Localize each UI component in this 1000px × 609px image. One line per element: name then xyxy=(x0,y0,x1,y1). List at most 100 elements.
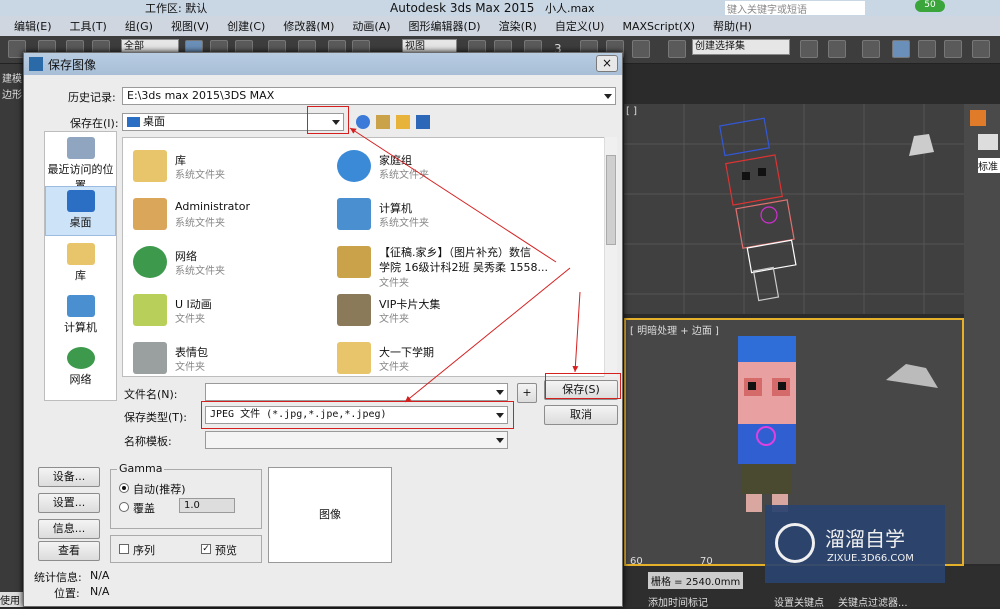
image-preview: 图像 xyxy=(268,467,392,563)
file-type: 系统文件夹 xyxy=(175,266,225,277)
viewport-top[interactable]: [ ] xyxy=(624,104,964,314)
edit-named-sets-icon[interactable] xyxy=(668,40,686,58)
grid-readout: 栅格 = 2540.0mm xyxy=(648,572,744,589)
file-name-line2: 学院 16级计科2班 吴秀柔 1558... xyxy=(379,261,548,274)
ribbon-use: 使用 xyxy=(0,592,24,607)
graphite-toggle-icon[interactable] xyxy=(892,40,910,58)
back-icon[interactable] xyxy=(356,115,370,129)
template-label: 名称模板: xyxy=(124,435,172,448)
settings-button[interactable]: 设置... xyxy=(38,493,100,513)
homegroup-icon xyxy=(337,150,371,182)
align-icon[interactable] xyxy=(828,40,846,58)
filename-input[interactable] xyxy=(205,383,508,401)
chevron-down-icon xyxy=(604,94,612,99)
gamma-group: Gamma 自动(推荐) 覆盖 1.0 xyxy=(110,462,262,529)
up-folder-icon[interactable] xyxy=(376,115,390,129)
object-type-dropdown[interactable]: 标准 xyxy=(978,158,1000,173)
desktop-icon xyxy=(66,190,95,212)
ribbon-tab-poly[interactable]: 边形 xyxy=(2,86,22,101)
options-group: 序列 ✓ 预览 xyxy=(110,535,262,563)
view-button[interactable]: 查看 xyxy=(38,541,100,561)
location-value: N/A xyxy=(90,585,110,598)
schematic-view-icon[interactable] xyxy=(944,40,962,58)
add-plus-button[interactable]: + xyxy=(517,383,537,403)
list-item[interactable]: 表情包 文件夹 xyxy=(127,338,327,376)
title-bar: 工作区: 默认 Autodesk 3ds Max 2015 小人.max 键入关… xyxy=(0,0,1000,16)
menu-help[interactable]: 帮助(H) xyxy=(713,18,752,34)
file-name: Administrator xyxy=(175,200,250,213)
preview-checkbox[interactable]: ✓ xyxy=(201,544,211,554)
place-label: 计算机 xyxy=(64,321,97,334)
material-editor-icon[interactable] xyxy=(972,40,990,58)
list-item[interactable]: 网络 系统文件夹 xyxy=(127,242,327,288)
geometry-icon[interactable] xyxy=(978,134,998,150)
menu-modifiers[interactable]: 修改器(M) xyxy=(283,18,334,34)
menu-customize[interactable]: 自定义(U) xyxy=(555,18,605,34)
menu-animation[interactable]: 动画(A) xyxy=(352,18,390,34)
list-item[interactable]: 计算机 系统文件夹 xyxy=(331,194,531,240)
menu-create[interactable]: 创建(C) xyxy=(227,18,265,34)
list-item[interactable]: 大一下学期 文件夹 xyxy=(331,338,531,376)
layer-manager-icon[interactable] xyxy=(862,40,880,58)
create-tab-icon[interactable] xyxy=(970,110,986,126)
list-item[interactable]: 【征稿.家乡】（图片补充）数信 学院 16级计科2班 吴秀柔 1558... 文… xyxy=(331,242,601,289)
preview-label: 预览 xyxy=(215,544,237,557)
named-selection-sets[interactable]: 创建选择集 xyxy=(692,39,790,55)
gamma-auto-label: 自动(推荐) xyxy=(133,483,186,496)
file-type: 文件夹 xyxy=(379,314,409,325)
menu-maxscript[interactable]: MAXScript(X) xyxy=(622,20,695,33)
menu-group[interactable]: 组(G) xyxy=(125,18,153,34)
template-dropdown[interactable] xyxy=(205,431,508,449)
command-panel: 标准 xyxy=(964,104,1000,564)
list-item[interactable]: VIP卡片大集 文件夹 xyxy=(331,290,531,336)
place-network[interactable]: 网络 xyxy=(45,344,116,394)
curve-editor-icon[interactable] xyxy=(918,40,936,58)
sequence-checkbox[interactable] xyxy=(119,544,129,554)
view-menu-icon[interactable] xyxy=(416,115,430,129)
folder-icon xyxy=(337,342,371,374)
spinner-snap-icon[interactable] xyxy=(632,40,650,58)
place-desktop[interactable]: 桌面 xyxy=(45,186,116,236)
file-list-scrollbar[interactable] xyxy=(604,137,617,377)
location-label: 位置: xyxy=(54,587,80,600)
dialog-close-button[interactable]: × xyxy=(596,55,618,72)
scroll-thumb[interactable] xyxy=(606,155,616,245)
file-type: 系统文件夹 xyxy=(379,170,429,181)
menu-views[interactable]: 视图(V) xyxy=(171,18,209,34)
setup-button[interactable]: 设备... xyxy=(38,467,100,487)
file-type: 文件夹 xyxy=(379,278,409,289)
list-item[interactable]: Administrator 系统文件夹 xyxy=(127,194,327,240)
network-icon xyxy=(133,246,167,278)
file-type: 系统文件夹 xyxy=(175,170,225,181)
recent-places-icon xyxy=(66,137,95,159)
menu-tools[interactable]: 工具(T) xyxy=(70,18,107,34)
place-recent[interactable]: 最近访问的位置 xyxy=(45,134,116,192)
folder-icon xyxy=(337,294,371,326)
menu-edit[interactable]: 编辑(E) xyxy=(14,18,52,34)
places-bar: 最近访问的位置 桌面 库 计算机 网络 xyxy=(44,131,117,401)
place-library[interactable]: 库 xyxy=(45,240,116,290)
search-input[interactable]: 键入关键字或短语 xyxy=(725,1,865,16)
place-computer[interactable]: 计算机 xyxy=(45,292,116,342)
new-folder-icon[interactable] xyxy=(396,115,410,129)
library-icon xyxy=(66,243,95,265)
gamma-value-input[interactable]: 1.0 xyxy=(179,498,235,513)
info-button[interactable]: 信息... xyxy=(38,519,100,539)
mirror-icon[interactable] xyxy=(800,40,818,58)
history-dropdown[interactable]: E:\3ds max 2015\3DS MAX xyxy=(122,87,616,105)
sequence-label: 序列 xyxy=(133,544,155,557)
list-item[interactable]: 库 系统文件夹 xyxy=(127,146,327,192)
list-item[interactable]: U I动画 文件夹 xyxy=(127,290,327,336)
menu-rendering[interactable]: 渲染(R) xyxy=(499,18,537,34)
menu-graph-editors[interactable]: 图形编辑器(D) xyxy=(409,18,481,34)
gamma-override-radio[interactable] xyxy=(119,502,129,512)
points-badge: 50 xyxy=(915,0,945,12)
cancel-button[interactable]: 取消 xyxy=(544,405,618,425)
dialog-title: 保存图像 xyxy=(48,57,97,72)
workspace-label[interactable]: 工作区: 默认 xyxy=(145,0,207,16)
gamma-auto-radio[interactable] xyxy=(119,483,129,493)
image-preview-label: 图像 xyxy=(319,508,341,521)
ribbon-tab-build[interactable]: 建模 xyxy=(2,70,22,85)
list-item[interactable]: 家庭组 系统文件夹 xyxy=(331,146,531,192)
top-viewport-drawing xyxy=(624,104,964,314)
